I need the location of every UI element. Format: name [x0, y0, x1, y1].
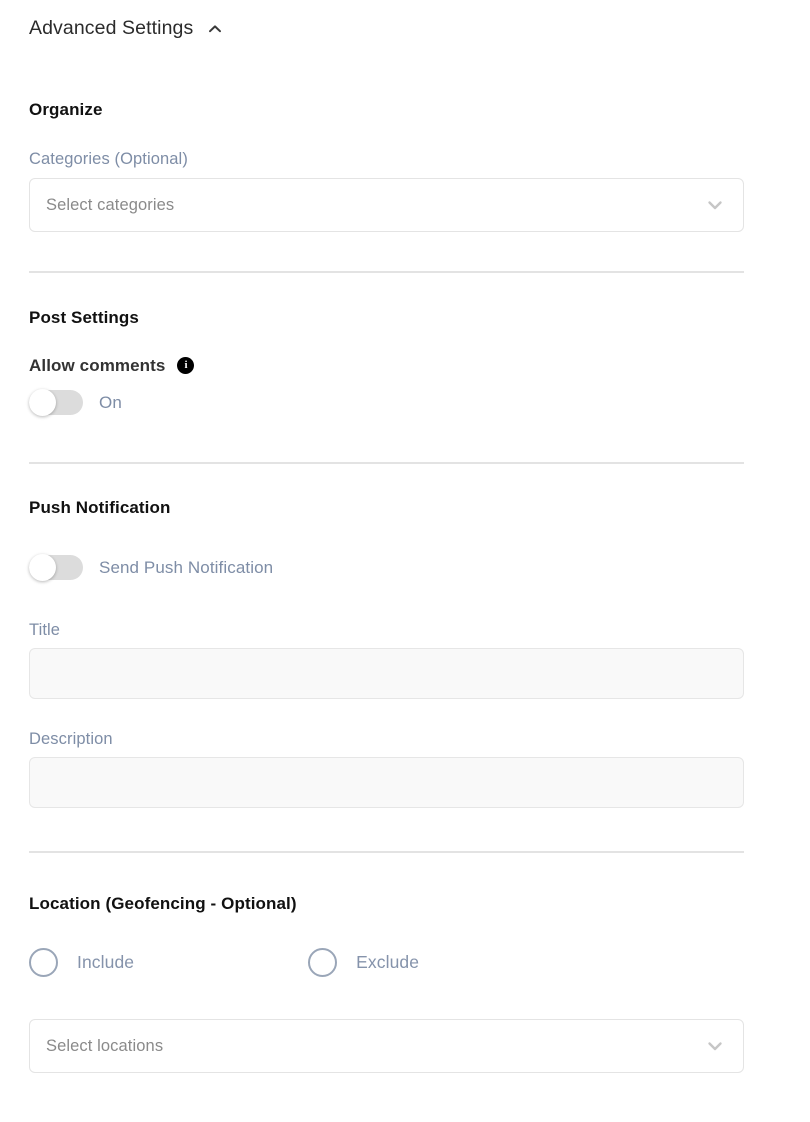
location-mode-radio-group: Include Exclude — [29, 948, 419, 977]
radio-exclude[interactable]: Exclude — [308, 948, 419, 977]
push-notification-heading: Push Notification — [29, 498, 171, 517]
radio-include-label: Include — [77, 952, 135, 972]
categories-label: Categories (Optional) — [29, 150, 188, 168]
allow-comments-toggle-row: On — [29, 389, 122, 416]
send-push-toggle-row: Send Push Notification — [29, 554, 274, 581]
categories-select-placeholder: Select categories — [46, 195, 175, 214]
chevron-down-icon[interactable] — [705, 1036, 725, 1056]
divider-push-notification — [29, 851, 744, 853]
location-heading: Location (Geofencing - Optional) — [29, 894, 297, 913]
allow-comments-label: Allow comments — [29, 356, 166, 375]
divider-post-settings — [29, 462, 744, 464]
allow-comments-label-row: Allow comments i — [29, 356, 195, 375]
post-settings-heading: Post Settings — [29, 308, 139, 327]
advanced-settings-header[interactable]: Advanced Settings — [29, 17, 223, 39]
categories-select[interactable]: Select categories — [29, 178, 744, 232]
radio-exclude-label: Exclude — [356, 952, 420, 972]
push-description-label: Description — [29, 730, 113, 748]
allow-comments-state-label: On — [99, 392, 122, 412]
send-push-notification-label: Send Push Notification — [99, 557, 274, 577]
info-icon[interactable]: i — [177, 357, 195, 374]
locations-select-placeholder: Select locations — [46, 1036, 164, 1055]
organize-heading: Organize — [29, 100, 103, 119]
toggle-knob — [29, 554, 56, 581]
send-push-notification-toggle[interactable] — [29, 554, 83, 581]
toggle-knob — [29, 389, 56, 416]
push-title-input[interactable] — [29, 648, 744, 699]
push-title-label: Title — [29, 621, 61, 639]
push-description-input[interactable] — [29, 757, 744, 808]
radio-circle-icon — [29, 948, 58, 977]
radio-include[interactable]: Include — [29, 948, 134, 977]
allow-comments-toggle[interactable] — [29, 389, 83, 416]
page-title: Advanced Settings — [29, 17, 194, 39]
divider-organize — [29, 271, 744, 273]
chevron-up-icon[interactable] — [207, 21, 223, 37]
advanced-settings-panel: Advanced Settings Organize Categories (O… — [0, 0, 810, 1122]
chevron-down-icon[interactable] — [705, 195, 725, 215]
radio-circle-icon — [308, 948, 338, 977]
locations-select[interactable]: Select locations — [29, 1019, 744, 1073]
